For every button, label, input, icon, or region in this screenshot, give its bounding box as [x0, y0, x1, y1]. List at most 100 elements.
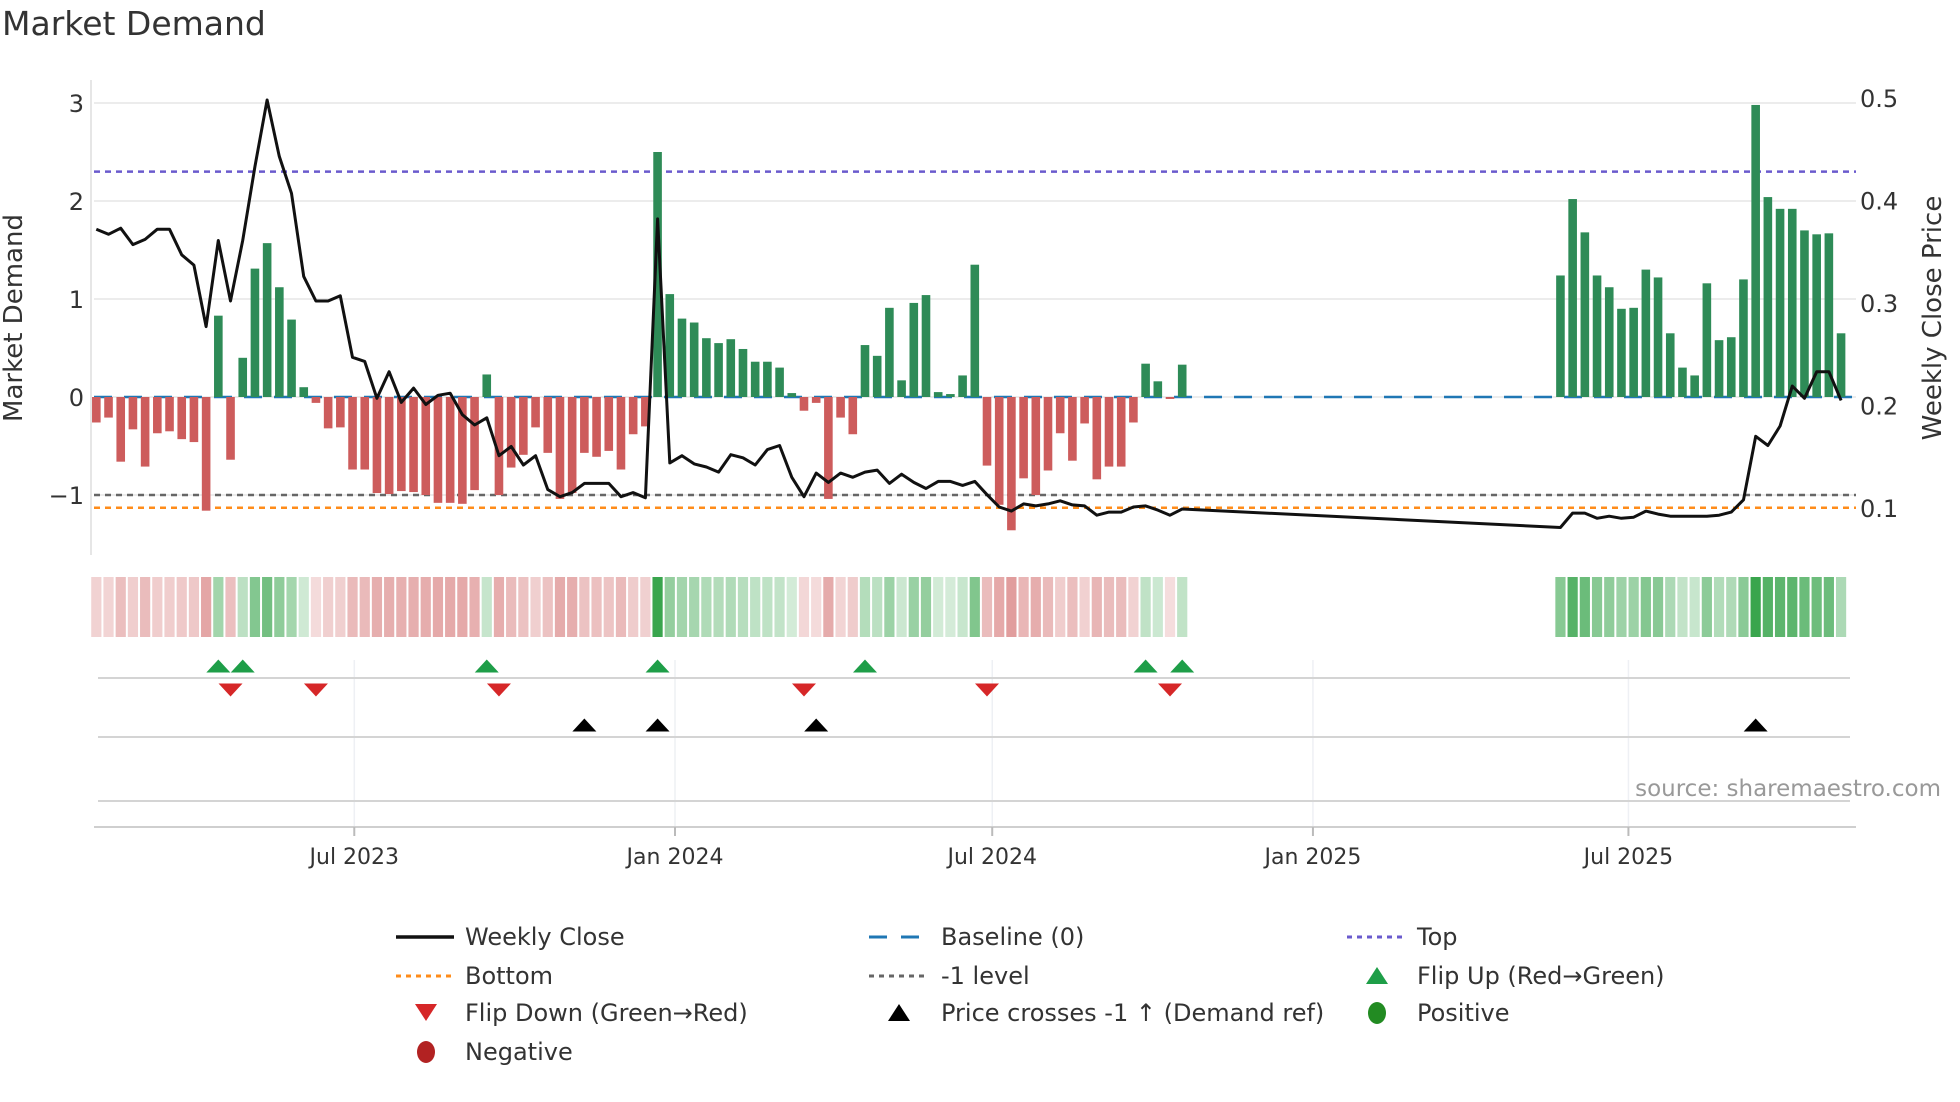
heat-cell [164, 577, 175, 637]
negative-demand-bar [409, 397, 418, 493]
heat-cell [1079, 577, 1090, 637]
heat-cell [750, 577, 761, 637]
positive-demand-bar [1592, 275, 1602, 397]
heat-cell [1103, 577, 1115, 637]
heat-cell [1055, 577, 1066, 637]
negative-demand-bar [384, 397, 394, 495]
price-crosses-1-demand-ref-legend-icon [888, 1004, 910, 1021]
negative-demand-bar [1031, 397, 1041, 495]
heat-cell [811, 577, 822, 637]
heat-cell [1091, 577, 1102, 637]
x-tick-label: Jan 2025 [1262, 845, 1361, 870]
heat-cell [347, 577, 358, 637]
positive-demand-bar [1153, 381, 1163, 397]
negative-demand-bar [1092, 397, 1102, 480]
legend-item: Bottom [396, 962, 553, 990]
heat-cell [798, 577, 810, 637]
x-tick-label: Jul 2024 [945, 845, 1037, 870]
heat-cell [823, 577, 834, 637]
positive-demand-bar [250, 268, 260, 397]
negative-demand-bar [1019, 397, 1028, 479]
heat-cell [201, 577, 212, 637]
close-price-line [95, 98, 1843, 529]
heat-cell [469, 577, 480, 637]
positive-demand-bar [909, 302, 919, 397]
heat-cell [774, 577, 785, 637]
negative-demand-bar [177, 397, 187, 440]
price-cross-marker [645, 718, 670, 732]
heat-cell [981, 577, 993, 637]
negative-demand-bar [1080, 397, 1089, 424]
positive-demand-bar [1775, 208, 1785, 397]
heat-cell [127, 577, 139, 637]
heat-cell [396, 577, 407, 637]
positive-demand-bar [1629, 307, 1638, 397]
negative-demand-bar [201, 397, 211, 511]
heat-cell [969, 577, 980, 637]
legend: Weekly Close Baseline (0) Top Bottom -1 leve… [396, 923, 1665, 1066]
positive-demand-bar [1556, 275, 1565, 397]
positive-demand-bar [1751, 104, 1760, 398]
heat-cell [664, 577, 675, 637]
legend-label: Top [1416, 923, 1458, 951]
heat-cell [1140, 577, 1151, 637]
positive-demand-bar [1787, 208, 1797, 397]
positive-demand-bar [897, 380, 906, 397]
heat-cell [1811, 577, 1822, 637]
heat-cell [323, 577, 334, 637]
negative-demand-bar [336, 397, 345, 428]
negative-demand-bar [128, 397, 138, 430]
heat-cell [1738, 577, 1749, 637]
positive-demand-bar [1678, 367, 1687, 397]
positive-demand-bar [1568, 199, 1577, 397]
x-tick-label: Jul 2023 [308, 845, 400, 870]
legend-label: Weekly Close [465, 923, 625, 951]
legend-item: Baseline (0) [869, 923, 1084, 951]
demand-heat-strip [91, 577, 1847, 637]
positive-demand-bar [750, 361, 760, 397]
negative-demand-bar [397, 397, 406, 492]
negative-demand-bar [348, 397, 357, 470]
heat-cell [835, 577, 846, 637]
positive-demand-bar [275, 287, 284, 397]
heat-cell [1164, 577, 1176, 637]
positive-legend-icon [1368, 1002, 1386, 1024]
negative-demand-bar [116, 397, 126, 462]
flip-down-marker [1158, 683, 1183, 697]
negative-demand-bar [470, 397, 479, 491]
negative-demand-bar [1116, 397, 1126, 467]
heat-cell [176, 577, 187, 637]
positive-demand-bar [787, 393, 797, 397]
negative-demand-bar [1043, 397, 1053, 471]
positive-demand-bar [262, 243, 272, 397]
y2-axis-title: Weekly Close Price [1918, 196, 1948, 441]
heat-cell [933, 577, 944, 637]
negative-demand-bar [555, 397, 565, 499]
negative-legend-icon [417, 1041, 435, 1063]
positive-demand-bar [763, 361, 772, 397]
positive-demand-bar [1690, 375, 1699, 397]
positive-demand-bar [921, 295, 931, 397]
heat-cell [1726, 577, 1737, 637]
y-tick-label: −1 [49, 482, 84, 510]
heat-cell [1006, 577, 1017, 637]
negative-demand-bar [1055, 397, 1065, 434]
negative-demand-bar [506, 397, 516, 468]
positive-demand-bar [1617, 308, 1626, 397]
flip-up-marker [645, 659, 670, 673]
heat-cell [518, 577, 529, 637]
flip-up-marker [474, 659, 499, 673]
y-axis-title: Market Demand [0, 214, 29, 422]
heat-cell [493, 577, 505, 637]
negative-demand-bar [519, 397, 528, 455]
y2-tick-label: 0.2 [1860, 393, 1898, 421]
heat-cell [1030, 577, 1041, 637]
positive-demand-bar [677, 318, 687, 397]
heat-cell [213, 577, 224, 637]
heat-cell [1787, 577, 1798, 637]
positive-demand-bar [775, 367, 784, 397]
negative-demand-bar [360, 397, 370, 470]
flip-up-red-green-legend-icon [1366, 967, 1388, 984]
legend-label: Baseline (0) [941, 923, 1084, 951]
heat-cell [310, 577, 322, 637]
